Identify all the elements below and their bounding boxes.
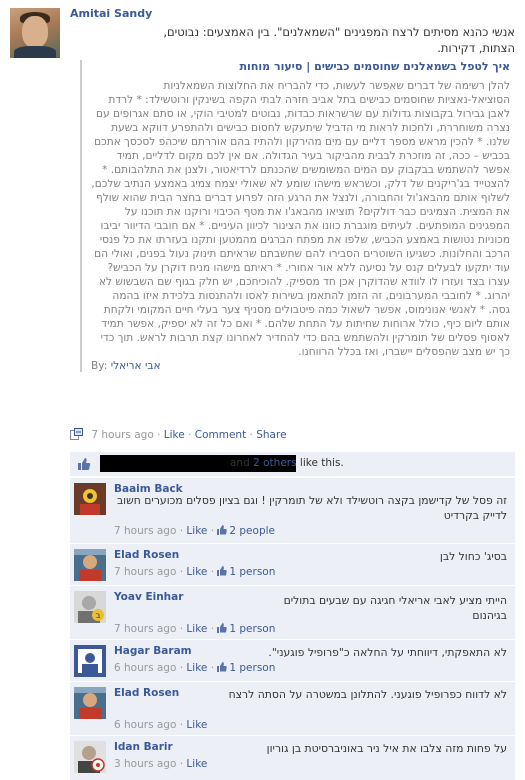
likes-and: and <box>230 457 250 469</box>
comment-likes-link[interactable]: 2 people <box>229 525 275 537</box>
comment-like-link[interactable]: Like <box>186 525 207 537</box>
comment-likes-link[interactable]: 1 person <box>229 566 275 578</box>
comment-time[interactable]: 7 hours ago <box>114 623 176 635</box>
byline-prefix: By: <box>91 360 108 372</box>
comment-meta: 6 hours ago · Like <box>114 719 208 731</box>
comment-text: לא התאפקתי, דיווחתי על החלאה כ"פרופיל פו… <box>268 646 507 659</box>
comment-link[interactable]: Comment <box>195 429 246 441</box>
post-action-row: 7 hours ago · Like · Comment · Share <box>70 428 287 441</box>
thumbs-up-icon <box>217 662 228 672</box>
commenter-name[interactable]: Hagar Baram <box>114 645 192 657</box>
commenter-avatar[interactable] <box>74 645 106 677</box>
share-link[interactable]: Share <box>256 429 286 441</box>
comment-item: לא התאפקתי, דיווחתי על החלאה כ"פרופיל פו… <box>70 639 515 681</box>
svg-text:ב: ב <box>96 611 101 620</box>
comment-item: Baaim Back זה פסל של קדישמן בקצה רוטשילד… <box>70 477 515 543</box>
commenter-avatar[interactable] <box>74 483 106 515</box>
comment-meta: 7 hours ago · Like · 2 people <box>114 525 275 537</box>
status-line-2: הצתות, דקירות. <box>437 41 515 55</box>
comment-text: לא לדווח כפרופיל פוגעני. להתלונן במשטרה … <box>228 688 507 701</box>
comment-item: ב הייתי מציע לאבי אריאלי חגיגה עם שבעים … <box>70 585 515 639</box>
comment-likes-link[interactable]: 1 person <box>229 662 275 674</box>
comment-time[interactable]: 6 hours ago <box>114 719 176 731</box>
shared-link-excerpt: להלן רשימה של דברים שאפשר לעשות, כדי להב… <box>91 80 510 358</box>
commenter-name[interactable]: Elad Rosen <box>114 687 179 699</box>
comment-time[interactable]: 6 hours ago <box>114 662 176 674</box>
thumbs-up-icon <box>217 623 228 633</box>
comment-meta: 7 hours ago · Like · 1 person <box>114 566 276 578</box>
comment-item: Elad Rosen לא לדווח כפרופיל פוגעני. להתל… <box>70 681 515 735</box>
commenter-name[interactable]: Elad Rosen <box>114 549 179 561</box>
comment-like-link[interactable]: Like <box>186 758 207 770</box>
like-link[interactable]: Like <box>164 429 185 441</box>
shared-link-icon <box>70 428 83 440</box>
comment-meta: 6 hours ago · Like · 1 person <box>114 662 276 674</box>
author-name[interactable]: Amitai Sandy <box>70 7 152 20</box>
separator: · <box>249 429 253 441</box>
comment-likes-link[interactable]: 1 person <box>229 623 275 635</box>
thumbs-up-icon <box>217 566 228 576</box>
comment-time[interactable]: 7 hours ago <box>114 566 176 578</box>
separator: · <box>188 429 192 441</box>
comment-text: בסיג' כחול לבן <box>439 550 507 563</box>
byline-author[interactable]: אבי אריאלי <box>111 360 161 372</box>
commenter-avatar[interactable] <box>74 549 106 581</box>
commenter-name[interactable]: Idan Barir <box>114 741 173 753</box>
comment-item: בסיג' כחול לבן Elad Rosen 7 hours ago · … <box>70 543 515 585</box>
commenter-name[interactable]: Yoav Einhar <box>114 591 183 603</box>
comment-like-link[interactable]: Like <box>186 623 207 635</box>
comment-meta: 7 hours ago · Like · 1 person <box>114 623 276 635</box>
comment-like-link[interactable]: Like <box>186 662 207 674</box>
status-text: אנשי כהנא מסיתים לרצח המפגינים "השמאלנים… <box>70 24 515 56</box>
post-timestamp[interactable]: 7 hours ago <box>91 429 153 441</box>
commenter-avatar[interactable] <box>74 741 106 773</box>
shared-link-title[interactable]: איך לטפל בשמאלנים שחוסמים כבישים | סיעור… <box>91 60 510 74</box>
comment-time[interactable]: 7 hours ago <box>114 525 176 537</box>
comment-item: Idan Barir על פחות מזה צלבו את איל ניר ב… <box>70 735 515 780</box>
comment-time[interactable]: 3 hours ago <box>114 758 176 770</box>
comment-text: על פחות מזה צלבו את איל ניר באוניברסיטת … <box>266 742 507 755</box>
thumbs-up-icon <box>78 458 91 470</box>
shared-link-box: איך לטפל בשמאלנים שחוסמים כבישים | סיעור… <box>80 60 510 372</box>
commenter-avatar[interactable] <box>74 687 106 719</box>
separator: · <box>157 429 161 441</box>
likes-summary: and 2 others like this. <box>70 452 515 476</box>
comment-text: זה פסל של קדישמן בקצה רוטשילד ולא של תומ… <box>116 494 507 522</box>
commenter-avatar[interactable]: ב <box>74 591 106 623</box>
facebook-post: Amitai Sandy אנשי כהנא מסיתים לרצח המפגי… <box>0 0 525 780</box>
comment-text: הייתי מציע לאבי אריאלי חגיגה עם שבעים בת… <box>283 594 507 622</box>
shared-link-byline: By: אבי אריאלי <box>91 360 510 372</box>
author-avatar[interactable] <box>10 8 60 58</box>
comment-like-link[interactable]: Like <box>186 566 207 578</box>
thumbs-up-icon <box>217 525 228 535</box>
comment-meta: 3 hours ago · Like <box>114 758 208 770</box>
likes-others-link[interactable]: 2 others <box>253 457 296 469</box>
comment-like-link[interactable]: Like <box>186 719 207 731</box>
likes-tail: like this. <box>299 457 344 469</box>
status-line-1: אנשי כהנא מסיתים לרצח המפגינים "השמאלנים… <box>163 25 515 39</box>
likes-text: and 2 others like this. <box>230 457 344 469</box>
